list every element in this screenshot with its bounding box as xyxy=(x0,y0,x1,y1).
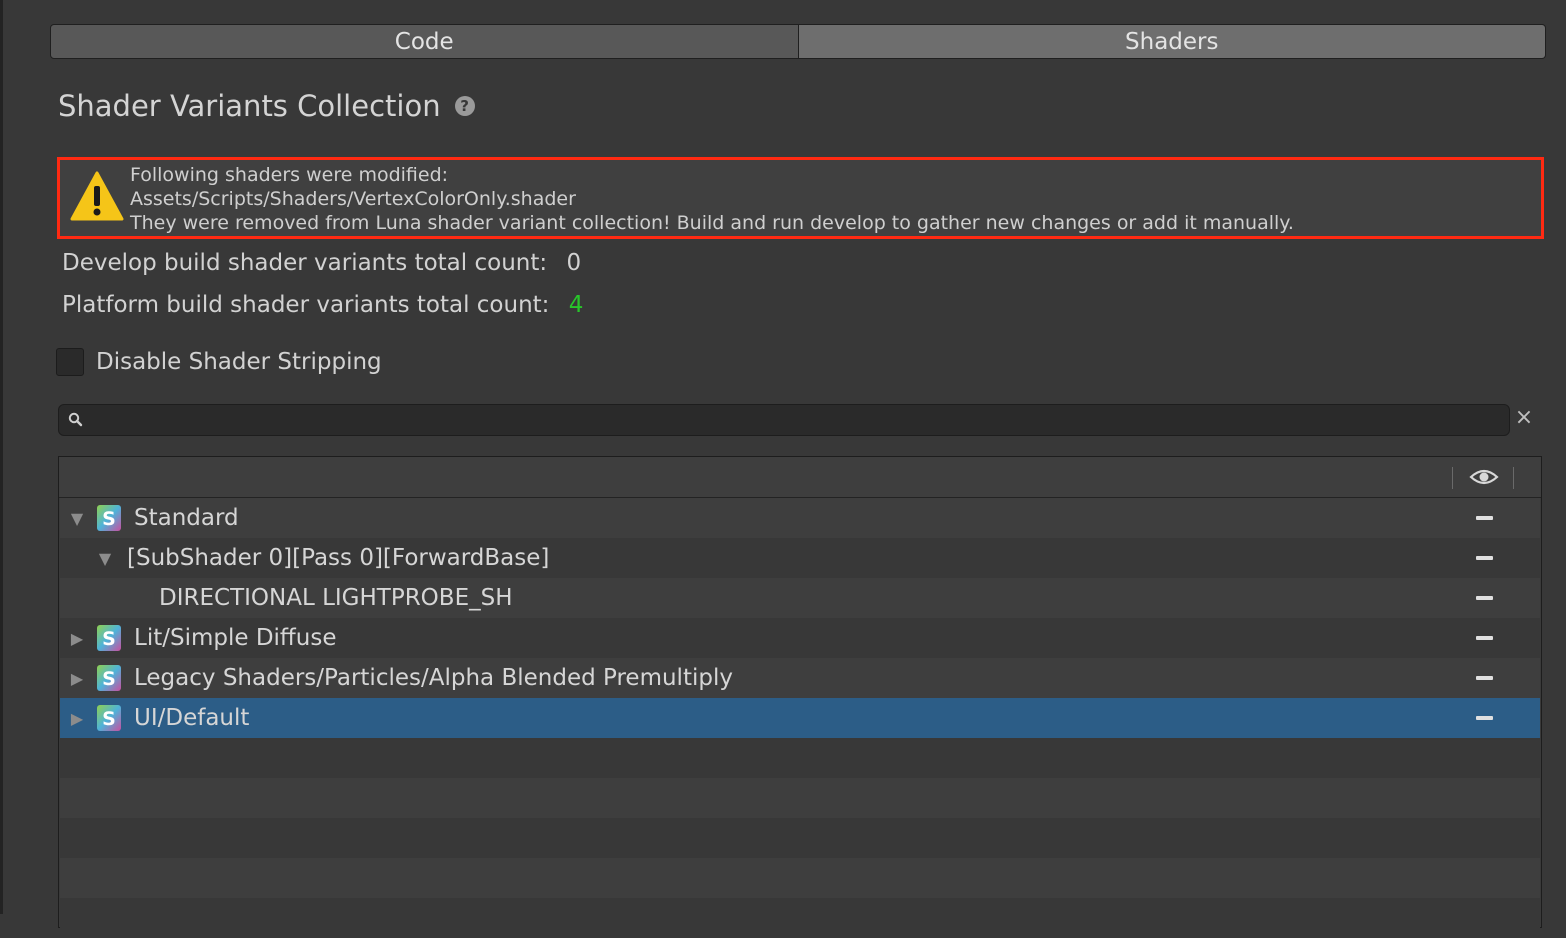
svg-text:S: S xyxy=(102,708,116,730)
search-icon xyxy=(68,412,83,427)
svg-text:S: S xyxy=(102,668,116,690)
tree-row-standard[interactable]: ▼ S Standard xyxy=(60,498,1540,538)
column-divider[interactable] xyxy=(1452,467,1453,489)
tree-row-lit-simple-diffuse[interactable]: ▶ S Lit/Simple Diffuse xyxy=(60,618,1540,658)
warning-line-3: They were removed from Luna shader varia… xyxy=(130,212,1294,234)
remove-icon[interactable] xyxy=(1476,676,1493,680)
column-divider[interactable] xyxy=(1513,467,1514,489)
empty-row xyxy=(60,858,1540,898)
window-edge xyxy=(0,0,3,914)
develop-count-value: 0 xyxy=(566,250,582,276)
disable-stripping-row: Disable Shader Stripping xyxy=(56,346,382,378)
tree-row-label: Lit/Simple Diffuse xyxy=(134,625,337,651)
tree-row-ui-default[interactable]: ▶ S UI/Default xyxy=(60,698,1540,738)
tab-bar: Code Shaders xyxy=(50,24,1546,59)
warning-line-2: Assets/Scripts/Shaders/VertexColorOnly.s… xyxy=(130,188,576,210)
clear-search-icon[interactable]: × xyxy=(1514,407,1534,429)
disable-stripping-label[interactable]: Disable Shader Stripping xyxy=(96,349,382,375)
empty-row xyxy=(60,898,1540,938)
warning-box: Following shaders were modified: Assets/… xyxy=(57,157,1544,239)
expand-arrow-icon[interactable]: ▶ xyxy=(68,629,86,648)
platform-count-row: Platform build shader variants total cou… xyxy=(62,292,583,318)
svg-text:S: S xyxy=(102,508,116,530)
empty-row xyxy=(60,778,1540,818)
remove-icon[interactable] xyxy=(1476,516,1493,520)
search-field[interactable] xyxy=(58,404,1510,436)
remove-icon[interactable] xyxy=(1476,596,1493,600)
warning-line-1: Following shaders were modified: xyxy=(130,164,449,186)
shader-tree: ▼ S Standard ▼ [SubShader 0][Pass 0][For… xyxy=(58,456,1542,938)
shader-icon: S xyxy=(97,705,121,731)
develop-count-row: Develop build shader variants total coun… xyxy=(62,250,581,276)
tab-code[interactable]: Code xyxy=(50,24,799,59)
shader-icon: S xyxy=(97,665,121,691)
shader-icon: S xyxy=(97,625,121,651)
remove-icon[interactable] xyxy=(1476,556,1493,560)
expand-arrow-icon[interactable]: ▶ xyxy=(68,709,86,728)
remove-icon[interactable] xyxy=(1476,636,1493,640)
platform-count-label: Platform build shader variants total cou… xyxy=(62,292,550,318)
platform-count-value: 4 xyxy=(568,292,584,318)
tree-row-keywords[interactable]: DIRECTIONAL LIGHTPROBE_SH xyxy=(60,578,1540,618)
warning-icon xyxy=(70,171,124,221)
tree-row-label: UI/Default xyxy=(134,705,250,731)
tree-header xyxy=(59,457,1541,498)
tab-shaders[interactable]: Shaders xyxy=(798,24,1546,59)
svg-text:S: S xyxy=(102,628,116,650)
empty-row xyxy=(60,818,1540,858)
expand-arrow-icon[interactable]: ▶ xyxy=(68,669,86,688)
shader-icon: S xyxy=(97,505,121,531)
develop-count-label: Develop build shader variants total coun… xyxy=(62,250,548,276)
empty-row xyxy=(60,738,1540,778)
section-header: Shader Variants Collection ? xyxy=(58,86,475,126)
search-input[interactable] xyxy=(93,407,1497,433)
help-icon[interactable]: ? xyxy=(454,96,475,116)
remove-icon[interactable] xyxy=(1476,716,1493,720)
expand-arrow-icon[interactable]: ▼ xyxy=(68,509,86,528)
eye-icon[interactable] xyxy=(1469,467,1499,487)
disable-stripping-checkbox[interactable] xyxy=(56,348,84,376)
tree-row-label: [SubShader 0][Pass 0][ForwardBase] xyxy=(127,545,550,571)
tree-row-legacy-particles[interactable]: ▶ S Legacy Shaders/Particles/Alpha Blend… xyxy=(60,658,1540,698)
tree-row-label: DIRECTIONAL LIGHTPROBE_SH xyxy=(159,585,513,611)
warning-message: Following shaders were modified: Assets/… xyxy=(130,163,1294,235)
page-title: Shader Variants Collection xyxy=(58,89,441,123)
tree-row-label: Standard xyxy=(134,505,239,531)
expand-arrow-icon[interactable]: ▼ xyxy=(96,549,114,568)
tree-row-label: Legacy Shaders/Particles/Alpha Blended P… xyxy=(134,665,733,691)
tree-row-subshader[interactable]: ▼ [SubShader 0][Pass 0][ForwardBase] xyxy=(60,538,1540,578)
